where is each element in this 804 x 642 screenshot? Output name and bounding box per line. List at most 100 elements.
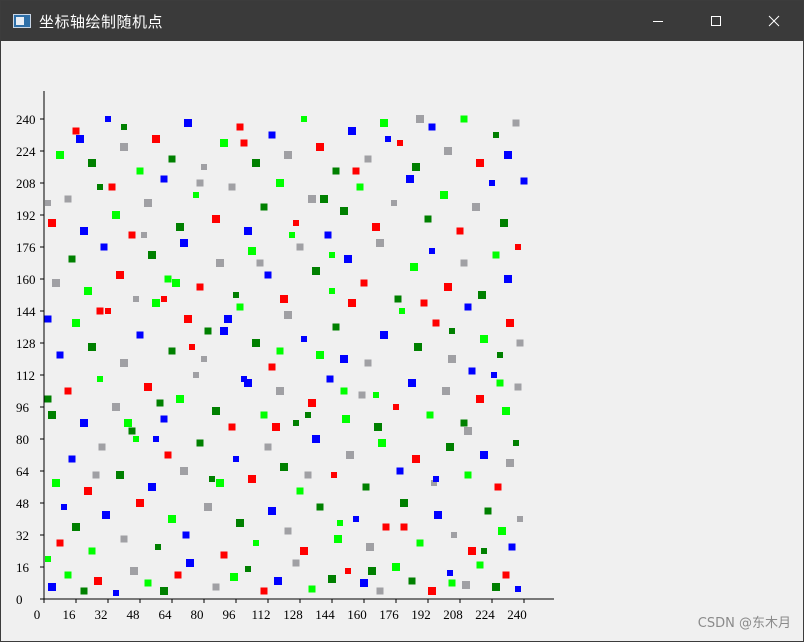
scatter-point <box>493 132 499 138</box>
scatter-point <box>353 516 359 522</box>
scatter-point <box>112 403 120 411</box>
scatter-point <box>348 299 356 307</box>
scatter-point <box>112 211 120 219</box>
scatter-point <box>124 419 132 427</box>
scatter-point <box>189 344 195 350</box>
scatter-point <box>164 275 172 283</box>
scatter-point <box>204 327 212 335</box>
scatter-point <box>220 551 228 559</box>
scatter-point <box>451 532 457 538</box>
scatter-point <box>356 183 364 191</box>
scatter-point <box>382 523 390 531</box>
scatter-point <box>120 359 128 367</box>
minimize-button[interactable] <box>629 1 687 41</box>
scatter-point <box>380 119 388 127</box>
scatter-point <box>92 471 100 479</box>
scatter-point <box>248 475 256 483</box>
scatter-point <box>128 427 136 435</box>
maximize-button[interactable] <box>687 1 745 41</box>
scatter-point <box>512 119 520 127</box>
scatter-point <box>174 571 182 579</box>
scatter-point <box>362 483 370 491</box>
scatter-point <box>360 279 368 287</box>
scatter-point <box>133 296 139 302</box>
scatter-point <box>64 195 72 203</box>
scatter-point <box>161 296 167 302</box>
window-controls <box>629 1 803 41</box>
scatter-point <box>344 255 352 263</box>
scatter-point <box>504 275 512 283</box>
y-tick-label: 240 <box>16 112 36 127</box>
x-tick-label: 224 <box>475 607 495 622</box>
scatter-point <box>52 479 60 487</box>
x-tick-label: 160 <box>347 607 367 622</box>
scatter-point <box>252 159 260 167</box>
scatter-point <box>72 319 80 327</box>
scatter-point <box>373 392 379 398</box>
scatter-point <box>428 123 436 131</box>
scatter-point <box>220 139 228 147</box>
scatter-point <box>184 315 192 323</box>
scatter-point <box>244 227 252 235</box>
scatter-point <box>45 200 51 206</box>
scatter-point <box>464 427 472 435</box>
window-app-icon <box>13 14 31 28</box>
y-tick-label: 224 <box>16 144 36 159</box>
scatter-point <box>348 127 356 135</box>
y-tick-label: 0 <box>16 592 23 607</box>
watermark: CSDN @东木月 <box>697 616 791 631</box>
scatter-point <box>416 539 424 547</box>
scatter-point <box>508 543 516 551</box>
scatter-point <box>416 115 424 123</box>
scatter-point <box>440 191 448 199</box>
scatter-point <box>209 476 215 482</box>
title-bar[interactable]: 坐标轴绘制随机点 <box>1 1 803 41</box>
points-layer <box>44 115 528 596</box>
scatter-point <box>245 566 251 572</box>
scatter-point <box>464 471 472 479</box>
scatter-point <box>260 411 268 419</box>
scatter-point <box>515 244 521 250</box>
y-tick-label: 176 <box>16 240 36 255</box>
close-button[interactable] <box>745 1 803 41</box>
scatter-point <box>260 203 268 211</box>
scatter-point <box>284 311 292 319</box>
scatter-point <box>186 559 194 567</box>
scatter-point <box>56 151 64 159</box>
scatter-point <box>52 279 60 287</box>
scatter-point <box>504 151 512 159</box>
scatter-point <box>193 372 199 378</box>
scatter-point <box>116 271 124 279</box>
scatter-point <box>204 503 212 511</box>
scatter-point <box>196 439 204 447</box>
scatter-point <box>168 347 176 355</box>
scatter-point <box>64 387 72 395</box>
x-tick-label: 16 <box>63 607 77 622</box>
scatter-point <box>464 303 472 311</box>
scatter-point <box>502 571 510 579</box>
scatter-point <box>68 455 76 463</box>
scatter-point <box>447 570 453 576</box>
scatter-point <box>513 440 519 446</box>
scatter-point <box>385 136 391 142</box>
x-tick-label: 80 <box>191 607 204 622</box>
scatter-point <box>136 167 144 175</box>
scatter-point <box>212 407 220 415</box>
scatter-point <box>394 295 402 303</box>
scatter-point <box>340 387 348 395</box>
scatter-point <box>446 443 454 451</box>
scatter-point <box>484 507 492 515</box>
scatter-point <box>144 383 152 391</box>
scatter-point <box>489 180 495 186</box>
scatter-point <box>378 439 386 447</box>
y-tick-label: 192 <box>16 208 36 223</box>
scatter-point <box>241 376 247 382</box>
scatter-point <box>352 167 360 175</box>
scatter-point <box>316 143 324 151</box>
scatter-point <box>372 223 380 231</box>
scatter-point <box>116 471 124 479</box>
y-tick-label: 144 <box>16 304 36 319</box>
y-tick-label: 112 <box>16 368 35 383</box>
scatter-point <box>492 583 500 591</box>
scatter-point <box>102 511 110 519</box>
